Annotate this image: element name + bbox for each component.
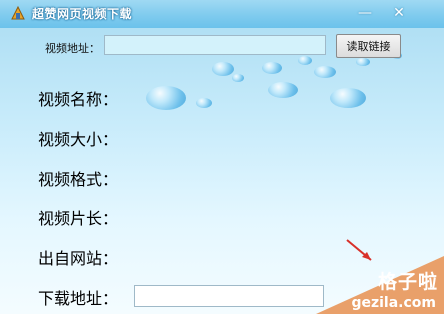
decor-bubble — [232, 74, 244, 82]
video-url-input[interactable] — [104, 35, 326, 55]
decor-bubble — [146, 86, 186, 110]
watermark-brand-en: gezila.com — [351, 295, 436, 311]
source-site-label: 出自网站： — [38, 249, 119, 268]
download-url-label: 下载地址： — [38, 289, 119, 308]
app-window: 超赞网页视频下载 — ✕ 视频地址： 读取链接 视频名称： 视频大小： 视频格式… — [0, 0, 444, 314]
decor-bubble — [212, 62, 234, 76]
title-bar[interactable]: 超赞网页视频下载 — ✕ — [0, 0, 444, 28]
watermark: 格子啦 gezila.com — [316, 244, 444, 314]
close-button[interactable]: ✕ — [388, 4, 410, 22]
video-size-label: 视频大小： — [38, 130, 119, 149]
decor-bubble — [262, 62, 282, 74]
video-format-label: 视频格式： — [38, 170, 119, 189]
decor-bubble — [314, 66, 336, 78]
decor-bubble — [356, 58, 370, 66]
minimize-button[interactable]: — — [354, 4, 376, 22]
decor-bubble — [268, 82, 298, 98]
download-url-input[interactable] — [134, 285, 324, 307]
app-logo-icon — [11, 5, 25, 20]
read-link-button[interactable]: 读取链接 — [336, 34, 401, 58]
decor-bubble — [330, 88, 366, 108]
decor-bubble — [298, 56, 312, 65]
video-url-label: 视频地址： — [45, 42, 100, 55]
decor-bubble — [196, 98, 212, 108]
window-title: 超赞网页视频下载 — [32, 7, 133, 21]
video-duration-label: 视频片长： — [38, 209, 119, 228]
watermark-brand-cn: 格子啦 — [377, 271, 438, 293]
video-name-label: 视频名称： — [38, 90, 119, 109]
